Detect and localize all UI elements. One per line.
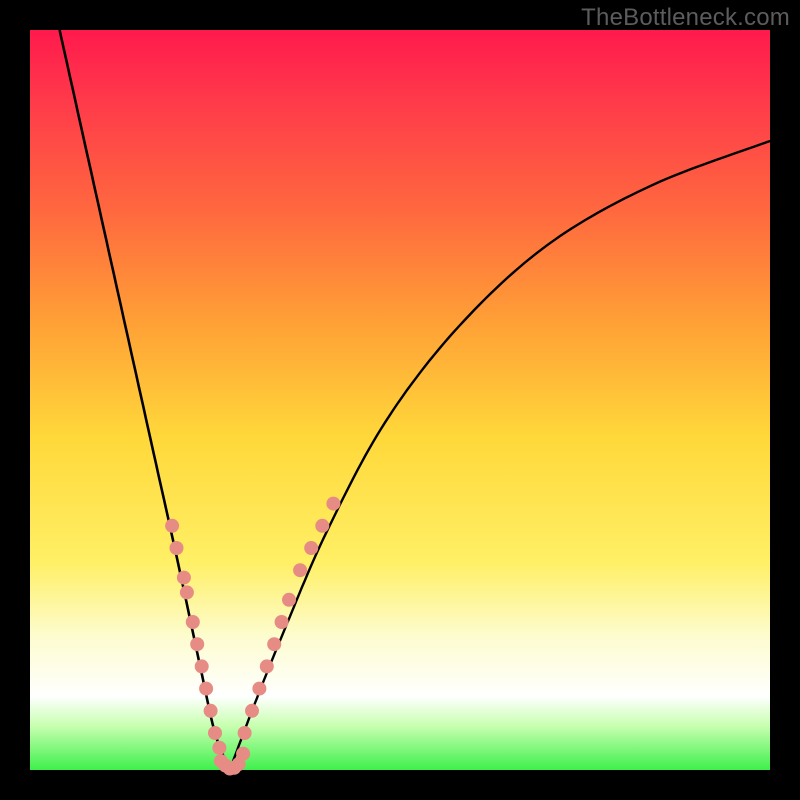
watermark-label: TheBottleneck.com <box>581 4 790 32</box>
chart-stage: TheBottleneck.com <box>0 0 800 800</box>
chart-plot-area <box>30 30 770 770</box>
